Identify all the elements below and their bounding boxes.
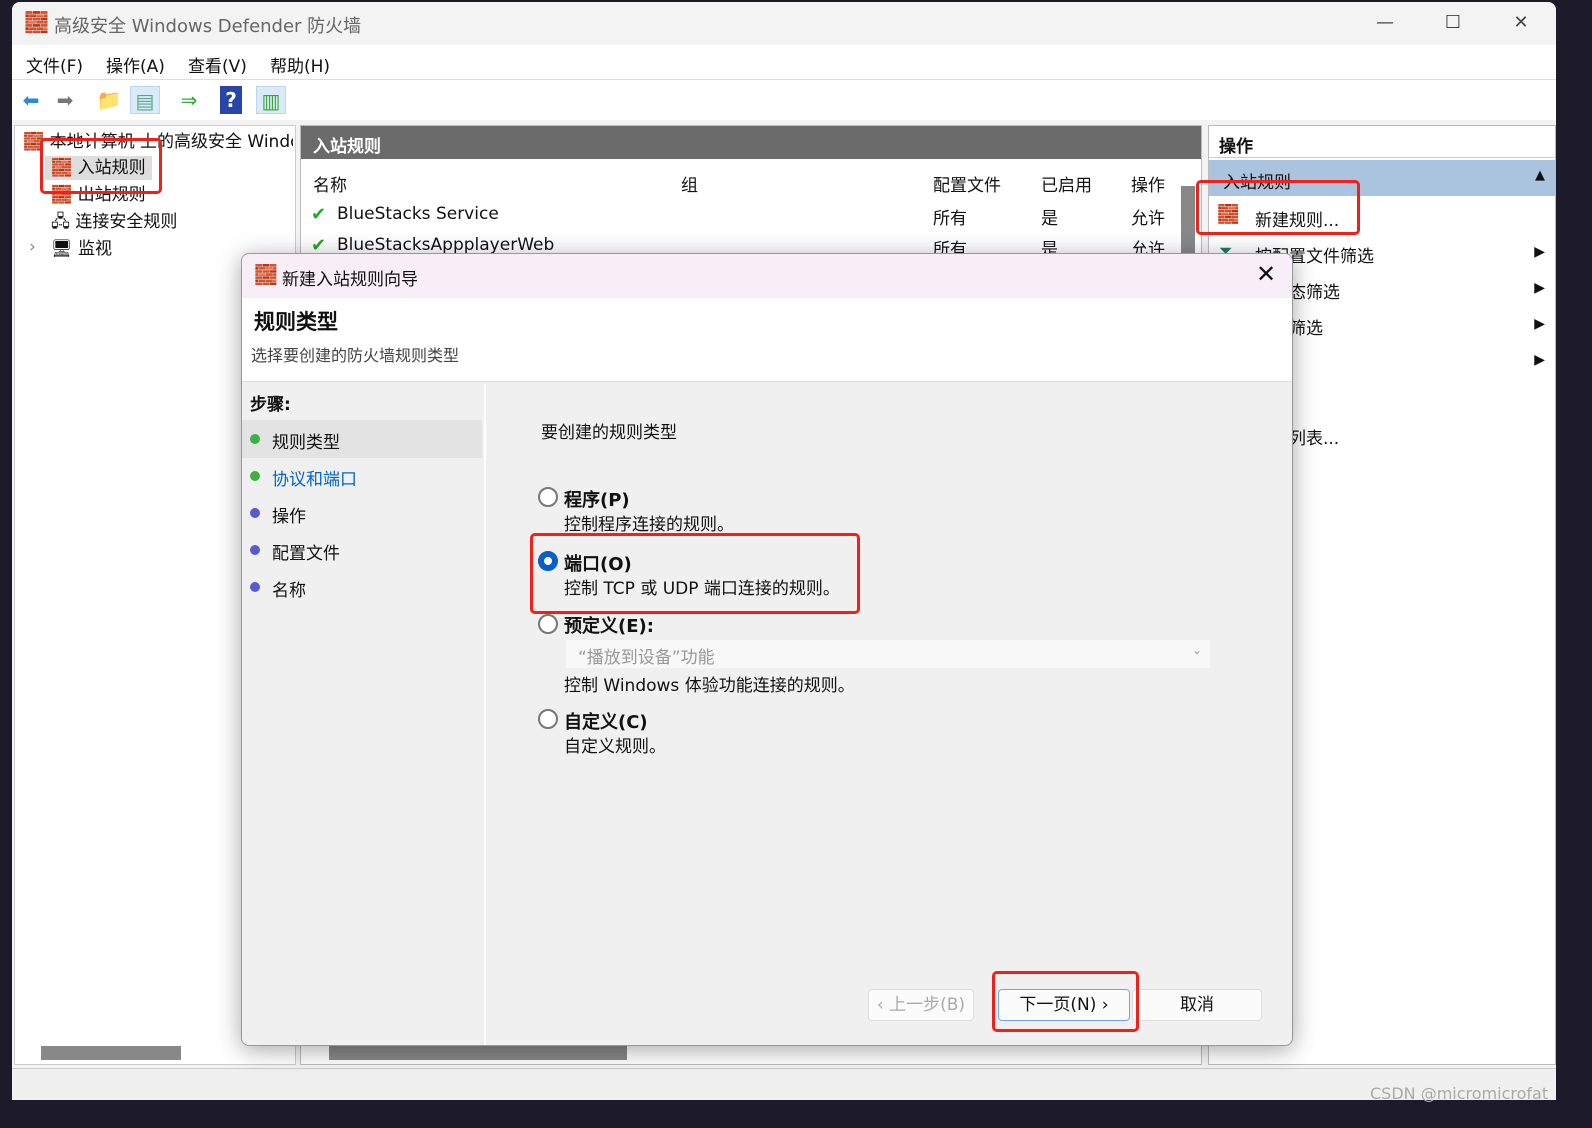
dialog-close-icon[interactable]: ✕: [1256, 260, 1276, 288]
column-header-action[interactable]: 操作: [1131, 171, 1165, 196]
radio-program[interactable]: [538, 487, 558, 507]
submenu-arrow-icon: ▶: [1534, 316, 1545, 332]
step-dot-icon: [250, 545, 260, 555]
monitor-icon: 🖥: [51, 239, 78, 259]
watermark: CSDN @micromicrofat: [1370, 1084, 1549, 1103]
step-profile: 配置文件: [272, 544, 340, 564]
step-dot-icon: [250, 582, 260, 592]
horizontal-scrollbar[interactable]: [329, 1046, 627, 1060]
menu-bar: 文件(F) 操作(A) 查看(V) 帮助(H): [12, 45, 1556, 80]
close-button[interactable]: ✕: [1498, 8, 1544, 38]
back-arrow-icon[interactable]: ⬅: [16, 86, 46, 114]
step-rule-type: 规则类型: [272, 433, 340, 453]
firewall-icon: 🧱: [254, 264, 278, 286]
rule-enabled: 是: [1041, 209, 1058, 229]
back-button[interactable]: ‹ 上一步(B): [868, 989, 974, 1021]
highlight-box: [992, 971, 1139, 1032]
rule-action: 允许: [1131, 209, 1165, 229]
firewall-icon: 🧱: [24, 10, 49, 34]
step-name: 名称: [272, 581, 306, 601]
option-custom-label[interactable]: 自定义(C): [564, 708, 648, 734]
step-dot-icon: [250, 471, 260, 481]
menu-view[interactable]: 查看(V): [188, 52, 247, 77]
column-header-name[interactable]: 名称: [313, 171, 347, 196]
step-dot-icon: [250, 434, 260, 444]
expand-chevron-icon[interactable]: ›: [29, 237, 36, 257]
submenu-arrow-icon: ▶: [1534, 352, 1545, 368]
highlight-box: [40, 138, 162, 194]
up-folder-icon[interactable]: 📁: [94, 86, 124, 114]
dialog-title-bar: 🧱 新建入站规则向导 ✕: [242, 254, 1292, 298]
steps-label: 步骤:: [250, 395, 291, 415]
show-hide-tree-icon[interactable]: ▤: [130, 86, 160, 114]
column-header-group[interactable]: 组: [681, 171, 698, 196]
column-header-enabled[interactable]: 已启用: [1041, 171, 1092, 196]
rule-profile: 所有: [933, 209, 967, 229]
chevron-down-icon: ⌄: [1191, 643, 1202, 657]
table-row[interactable]: ✔ BlueStacks Service 所有 是 允许: [301, 204, 1181, 232]
submenu-arrow-icon: ▶: [1534, 244, 1545, 260]
show-hide-action-pane-icon[interactable]: ▥: [256, 86, 286, 114]
minimize-button[interactable]: —: [1362, 8, 1408, 38]
dialog-header: 规则类型 选择要创建的防火墙规则类型: [242, 298, 1292, 382]
step-action: 操作: [272, 507, 306, 527]
submenu-arrow-icon: ▶: [1534, 280, 1545, 296]
rule-type-question: 要创建的规则类型: [541, 423, 677, 443]
actions-header: 操作: [1209, 126, 1555, 158]
radio-custom[interactable]: [538, 709, 558, 729]
step-subheading: 选择要创建的防火墙规则类型: [251, 346, 460, 365]
radio-predefined[interactable]: [538, 614, 558, 634]
title-bar: 🧱 高级安全 Windows Defender 防火墙 — ☐ ✕: [12, 2, 1556, 45]
help-icon[interactable]: ?: [220, 86, 242, 114]
dropdown-value: “播放到设备”功能: [578, 648, 715, 668]
horizontal-scrollbar[interactable]: [41, 1046, 181, 1060]
enabled-check-icon: ✔: [311, 204, 327, 225]
step-dot-icon: [250, 508, 260, 518]
tree-item-monitoring[interactable]: 🖥 监视: [51, 237, 112, 261]
menu-action[interactable]: 操作(A): [106, 52, 165, 77]
wizard-steps: 步骤: 规则类型 协议和端口 操作 配置文件 名称: [242, 384, 486, 1045]
option-custom-desc: 自定义规则。: [564, 737, 666, 757]
toolbar: ⬅ ➡ 📁 ▤ ⇒ ? ▥: [12, 80, 1556, 120]
rule-name: BlueStacksAppplayerWeb: [337, 235, 555, 255]
column-header-profile[interactable]: 配置文件: [933, 171, 1001, 196]
cancel-button[interactable]: 取消: [1132, 989, 1262, 1021]
option-predefined-label[interactable]: 预定义(E):: [564, 612, 654, 638]
step-heading: 规则类型: [254, 310, 338, 334]
option-program-label[interactable]: 程序(P): [564, 486, 630, 512]
dialog-title: 新建入站规则向导: [282, 270, 418, 290]
new-inbound-rule-wizard: 🧱 新建入站规则向导 ✕ 规则类型 选择要创建的防火墙规则类型 步骤: 规则类型…: [241, 253, 1293, 1046]
menu-help[interactable]: 帮助(H): [270, 52, 330, 77]
connection-security-icon: 🖧: [51, 212, 76, 232]
highlight-box: [1196, 180, 1360, 235]
highlight-box: [530, 533, 860, 614]
maximize-button[interactable]: ☐: [1430, 8, 1476, 38]
collapse-triangle-icon: ▲: [1535, 168, 1545, 183]
forward-arrow-icon[interactable]: ➡: [50, 86, 80, 114]
option-predefined-desc: 控制 Windows 体验功能连接的规则。: [564, 676, 855, 696]
option-program-desc: 控制程序连接的规则。: [564, 515, 734, 535]
window-title: 高级安全 Windows Defender 防火墙: [54, 16, 362, 37]
export-list-icon[interactable]: ⇒: [174, 86, 204, 114]
menu-file[interactable]: 文件(F): [26, 52, 83, 77]
predefined-dropdown[interactable]: “播放到设备”功能 ⌄: [566, 640, 1210, 668]
step-protocol-and-ports[interactable]: 协议和端口: [272, 465, 357, 490]
status-bar: [12, 1068, 1556, 1100]
rule-name: BlueStacks Service: [337, 204, 499, 224]
pane-header: 入站规则: [301, 126, 1201, 159]
tree-item-connection-security-rules[interactable]: 🖧 连接安全规则: [51, 210, 177, 234]
